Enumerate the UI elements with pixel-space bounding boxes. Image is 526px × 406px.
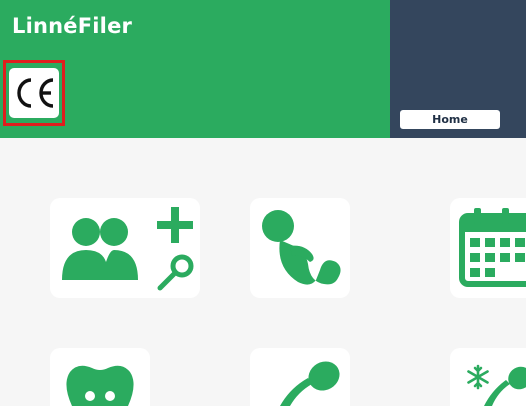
- fetus-icon: [262, 210, 341, 285]
- sperm-icon: [280, 361, 340, 406]
- calendar-icon: [459, 208, 526, 287]
- home-button[interactable]: Home: [400, 110, 500, 129]
- tile-uterus[interactable]: [50, 348, 150, 406]
- tile-fetus[interactable]: [250, 198, 350, 298]
- frozen-sperm-icon: [467, 364, 526, 406]
- tile-frozen-sperm[interactable]: [450, 348, 526, 406]
- app-title: LinnéFiler: [12, 14, 133, 38]
- snowflake-icon: [467, 364, 489, 390]
- tile-calendar[interactable]: [450, 198, 526, 298]
- tile-patient-search[interactable]: [50, 198, 200, 298]
- tile-sperm[interactable]: [250, 348, 350, 406]
- ce-mark-icon: [17, 78, 54, 108]
- uterus-icon: [66, 365, 134, 406]
- app-header: LinnéFiler: [0, 0, 390, 138]
- navigation-panel: Home: [390, 0, 526, 138]
- patient-search-icon: [62, 207, 194, 291]
- ce-mark-logo[interactable]: [9, 68, 59, 118]
